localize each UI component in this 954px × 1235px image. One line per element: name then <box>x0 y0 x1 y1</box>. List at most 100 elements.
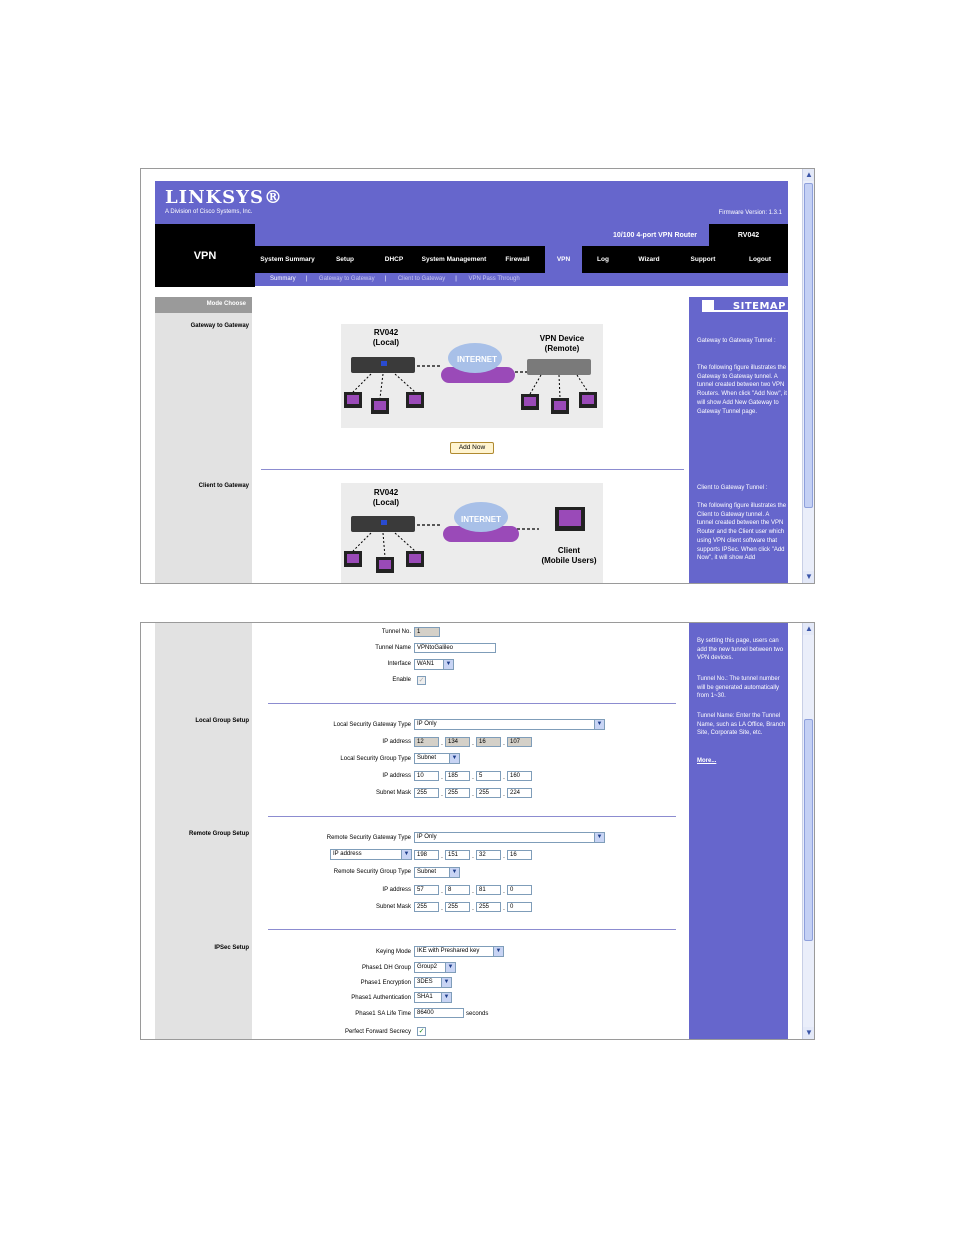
subtab-summary[interactable]: Summary <box>270 276 296 282</box>
scroll-down-icon[interactable]: ▼ <box>803 571 814 583</box>
header-band: LINKSYS® A Division of Cisco Systems, In… <box>155 181 788 224</box>
remote-mask-octet-3[interactable]: 255 <box>476 902 501 912</box>
divider <box>261 469 684 470</box>
more-link[interactable]: More... <box>697 757 787 766</box>
vertical-scrollbar[interactable]: ▲ ▼ <box>802 169 814 583</box>
keying-mode-select[interactable]: IKE with Preshared key ▼ <box>414 946 504 957</box>
tab-log[interactable]: Log <box>582 246 624 273</box>
remote-group-ip-octet-4[interactable]: 0 <box>507 885 532 895</box>
phase1-sa-input[interactable]: 86400 <box>414 1008 464 1018</box>
pfs-checkbox[interactable]: ✓ <box>417 1027 426 1036</box>
remote-addr-type-value: IP address <box>333 851 362 857</box>
remote-ip-octet-2[interactable]: 151 <box>445 850 470 860</box>
ip-dot: . <box>441 740 443 747</box>
local-ip-octet-1[interactable]: 12 <box>414 737 439 747</box>
phase1-auth-select[interactable]: SHA1 ▼ <box>414 992 452 1003</box>
remote-ip-octet-4[interactable]: 16 <box>507 850 532 860</box>
tab-system-management[interactable]: System Management <box>418 246 490 273</box>
scroll-thumb[interactable] <box>804 719 813 941</box>
remote-group-ip-octet-2[interactable]: 8 <box>445 885 470 895</box>
chevron-down-icon: ▼ <box>594 720 604 729</box>
phase1-enc-select[interactable]: 3DES ▼ <box>414 977 452 988</box>
browser-window-add-tunnel: Tunnel No. 1 Tunnel Name VPNtoGalileo In… <box>140 622 815 1040</box>
phase1-dh-select[interactable]: Group2 ▼ <box>414 962 456 973</box>
remote-group-ip-octet-3[interactable]: 81 <box>476 885 501 895</box>
tab-logout[interactable]: Logout <box>732 246 788 273</box>
remote-mask-octet-2[interactable]: 255 <box>445 902 470 912</box>
label-gateway-to-gateway: Gateway to Gateway <box>190 323 249 329</box>
tab-vpn[interactable]: VPN <box>545 246 582 273</box>
phase1-dh-label: Phase1 DH Group <box>361 965 411 971</box>
sitemap-link[interactable]: SITEMAP <box>696 297 788 317</box>
ip-dot: . <box>503 791 505 798</box>
divider <box>268 929 676 930</box>
scroll-up-icon[interactable]: ▲ <box>803 623 814 635</box>
subtab-client-to-gateway[interactable]: Client to Gateway <box>398 276 445 282</box>
local-ip-octet-2[interactable]: 134 <box>445 737 470 747</box>
tab-wizard[interactable]: Wizard <box>624 246 674 273</box>
local-group-ip-octet-2[interactable]: 185 <box>445 771 470 781</box>
help-c2g-title: Client to Gateway Tunnel : <box>697 485 768 491</box>
local-mask-octet-4[interactable]: 224 <box>507 788 532 798</box>
help-intro: By setting this page, users can add the … <box>697 638 784 662</box>
vertical-scrollbar[interactable]: ▲ ▼ <box>802 623 814 1039</box>
interface-select[interactable]: WAN1 ▼ <box>414 659 454 670</box>
tab-system-summary[interactable]: System Summary <box>255 246 320 273</box>
remote-sec-group-type-label: Remote Security Group Type <box>333 869 411 875</box>
subtab-vpn-pass-through[interactable]: VPN Pass Through <box>468 276 519 282</box>
remote-mask-octet-1[interactable]: 255 <box>414 902 439 912</box>
local-sec-group-type-label: Local Security Group Type <box>340 756 411 762</box>
tab-dhcp[interactable]: DHCP <box>370 246 418 273</box>
local-ip-octet-4[interactable]: 107 <box>507 737 532 747</box>
sub-nav: Summary | Gateway to Gateway | Client to G… <box>255 273 788 286</box>
scroll-thumb[interactable] <box>804 183 813 508</box>
model-name: RV042 <box>709 224 788 246</box>
ip-dot: . <box>503 740 505 747</box>
remote-ip-octet-1[interactable]: 198 <box>414 850 439 860</box>
ip-dot: . <box>441 905 443 912</box>
local-group-ip-octet-1[interactable]: 10 <box>414 771 439 781</box>
add-now-button[interactable]: Add Now <box>450 442 494 454</box>
tab-support[interactable]: Support <box>674 246 732 273</box>
enable-checkbox[interactable]: ✓ <box>417 676 426 685</box>
remote-addr-type-select[interactable]: IP address ▼ <box>330 849 412 860</box>
tunnel-no-field: 1 <box>414 627 440 637</box>
brand-subtitle: A Division of Cisco Systems, Inc. <box>165 209 253 215</box>
c2g-internet-label: INTERNET <box>461 515 501 524</box>
tunnel-name-input[interactable]: VPNtoGalileo <box>414 643 496 653</box>
ip-dot: . <box>472 791 474 798</box>
sitemap-label: SITEMAP <box>732 301 786 312</box>
local-mask-octet-1[interactable]: 255 <box>414 788 439 798</box>
keying-mode-label: Keying Mode <box>375 949 411 955</box>
local-mask-octet-3[interactable]: 255 <box>476 788 501 798</box>
local-group-ip-octet-3[interactable]: 5 <box>476 771 501 781</box>
chevron-down-icon: ▼ <box>449 754 459 763</box>
chevron-down-icon: ▼ <box>401 850 411 859</box>
label-client-to-gateway: Client to Gateway <box>198 483 249 489</box>
subtab-gateway-to-gateway[interactable]: Gateway to Gateway <box>319 276 375 282</box>
scroll-down-icon[interactable]: ▼ <box>803 1027 814 1039</box>
remote-sec-group-type-value: Subnet <box>417 869 437 875</box>
sitemap-icon <box>702 300 714 312</box>
help-g2g-desc: The following figure illustrates the Gat… <box>697 365 787 415</box>
remote-mask-octet-4[interactable]: 0 <box>507 902 532 912</box>
ip-dot: . <box>503 905 505 912</box>
remote-ip-octet-3[interactable]: 32 <box>476 850 501 860</box>
remote-group-ip-octet-1[interactable]: 57 <box>414 885 439 895</box>
keying-mode-value: IKE with Preshared key <box>417 948 480 954</box>
ip-dot: . <box>441 791 443 798</box>
local-ip-octet-3[interactable]: 16 <box>476 737 501 747</box>
tab-firewall[interactable]: Firewall <box>490 246 545 273</box>
remote-group-ip-label: IP address <box>382 887 411 893</box>
local-mask-octet-2[interactable]: 255 <box>445 788 470 798</box>
local-sec-group-type-select[interactable]: Subnet ▼ <box>414 753 460 764</box>
local-sec-gw-type-select[interactable]: IP Only ▼ <box>414 719 605 730</box>
local-group-ip-label: IP address <box>382 773 411 779</box>
ip-dot: . <box>503 888 505 895</box>
tab-setup[interactable]: Setup <box>320 246 370 273</box>
remote-sec-group-type-select[interactable]: Subnet ▼ <box>414 867 460 878</box>
interface-label: Interface <box>387 661 411 667</box>
scroll-up-icon[interactable]: ▲ <box>803 169 814 181</box>
remote-sec-gw-type-select[interactable]: IP Only ▼ <box>414 832 605 843</box>
local-group-ip-octet-4[interactable]: 160 <box>507 771 532 781</box>
